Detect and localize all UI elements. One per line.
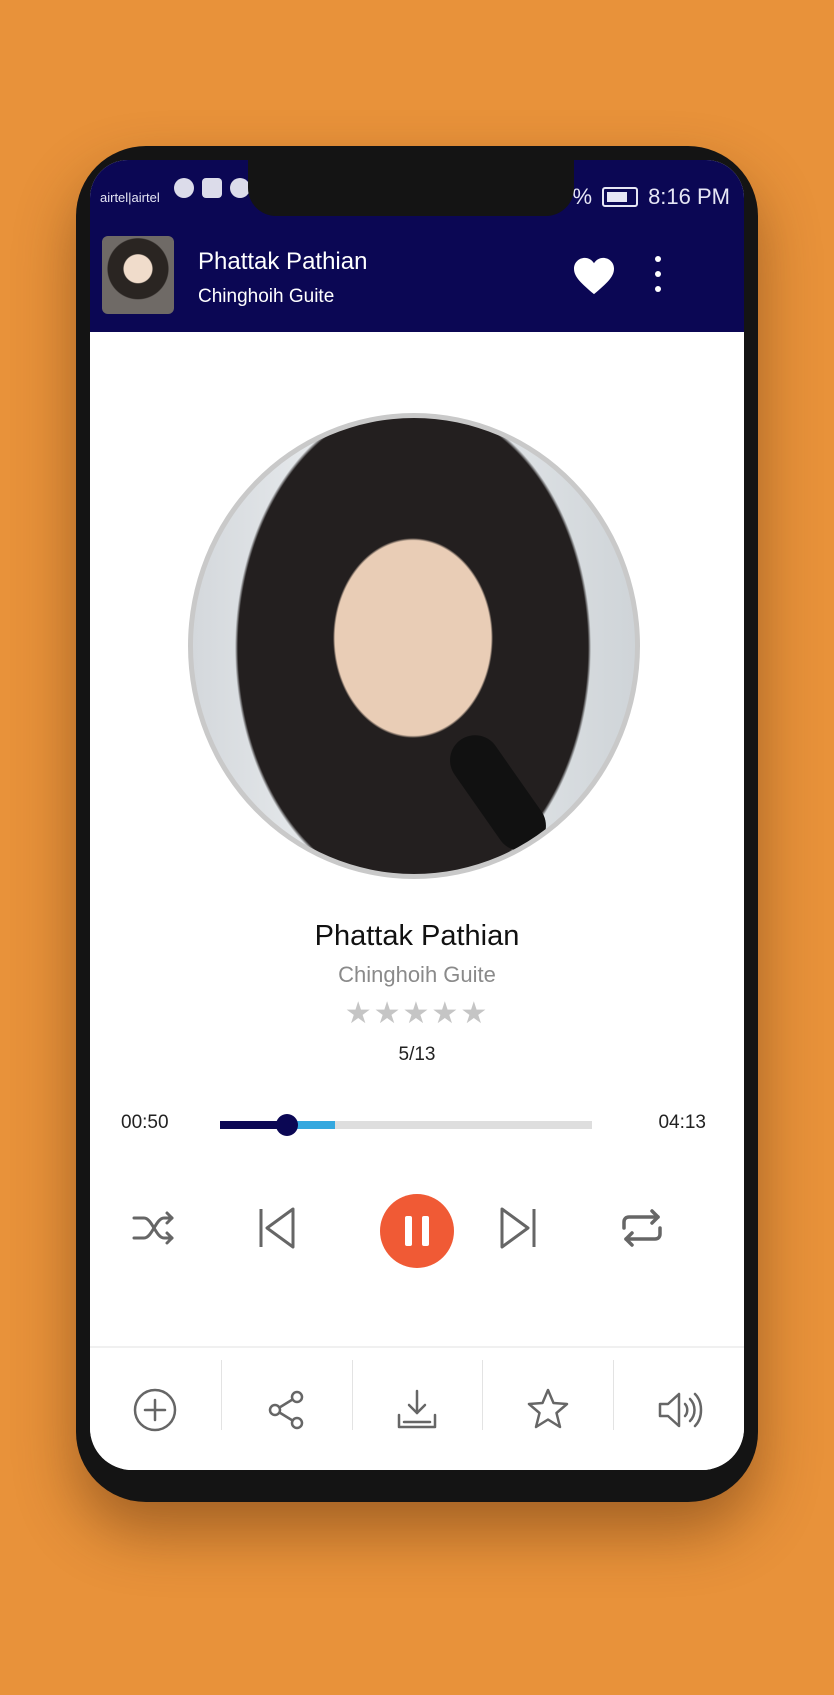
add-to-playlist-button[interactable] [90, 1348, 221, 1470]
bottom-action-bar [90, 1346, 744, 1470]
shuffle-icon [132, 1211, 174, 1245]
favorite-heart-icon[interactable] [572, 256, 616, 296]
add-playlist-icon [134, 1388, 177, 1432]
seek-bar[interactable] [220, 1114, 592, 1136]
previous-icon [259, 1207, 295, 1249]
share-button[interactable] [220, 1348, 352, 1470]
album-art [188, 413, 640, 879]
next-icon [500, 1207, 536, 1249]
battery-icon [602, 187, 639, 207]
clock: 8:16 PM [648, 184, 730, 209]
pause-icon [400, 1216, 434, 1246]
carrier-label: airtel|airtel [100, 190, 160, 205]
seek-handle[interactable] [275, 1114, 298, 1136]
album-thumbnail[interactable] [102, 236, 174, 314]
repeat-button[interactable] [614, 1200, 670, 1256]
song-title: Phattak Pathian [314, 920, 520, 952]
camera-notch [248, 160, 574, 216]
app-screen: airtel|airtel % 8:16 PM Phattak Pathian … [90, 160, 744, 1470]
pause-button[interactable] [380, 1194, 454, 1268]
rating-stars[interactable]: ★★★★★ [90, 996, 744, 1031]
current-time: 00:50 [121, 1112, 169, 1133]
microphone-image [440, 725, 556, 861]
download-button[interactable] [351, 1348, 483, 1470]
repeat-icon [622, 1209, 662, 1247]
volume-button[interactable] [613, 1348, 744, 1470]
header-artist-name: Chinghoih Guite [198, 286, 335, 307]
shuffle-button[interactable] [126, 1200, 182, 1256]
next-button[interactable] [491, 1200, 547, 1256]
star-icon [527, 1388, 569, 1429]
volume-icon [658, 1392, 702, 1428]
app-notification-icon [174, 178, 194, 198]
phone-frame: airtel|airtel % 8:16 PM Phattak Pathian … [76, 146, 758, 1502]
header-song-title: Phattak Pathian [198, 248, 368, 275]
status-icons [174, 178, 250, 198]
status-right: % 8:16 PM [573, 184, 731, 210]
previous-button[interactable] [248, 1200, 304, 1256]
more-options-icon[interactable] [646, 256, 670, 292]
now-playing-header: Phattak Pathian Chinghoih Guite [90, 220, 744, 332]
track-counter: 5/13 [398, 1044, 436, 1065]
rate-button[interactable] [482, 1348, 613, 1470]
share-icon [268, 1390, 304, 1430]
activity-icon [202, 178, 222, 198]
artist-name: Chinghoih Guite [338, 962, 496, 987]
download-icon [397, 1389, 437, 1429]
battery-percent: % [572, 184, 593, 209]
duration: 04:13 [658, 1112, 706, 1133]
grid-notification-icon [230, 178, 250, 198]
